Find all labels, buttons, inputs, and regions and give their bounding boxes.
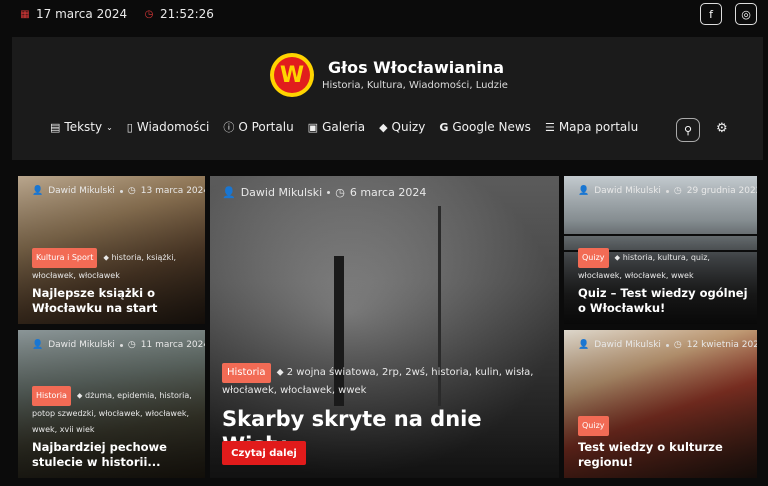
top-bar: ▦ 17 marca 2024 ◷ 21:52:26 f ◎	[0, 0, 768, 30]
category-badge[interactable]: Kultura i Sport	[32, 248, 98, 268]
image-icon: ▣	[307, 120, 319, 134]
category-badge[interactable]: Quizy	[578, 248, 609, 268]
post-tags: Historia ⬥ 2 wojna światowa, 2rp, 2wś, hi…	[222, 363, 542, 399]
post-author[interactable]: Dawid Mikulski	[594, 340, 661, 350]
post-tags: Quizy	[578, 416, 738, 436]
nav-label: Teksty	[64, 120, 103, 134]
logo-letter: W	[274, 57, 310, 93]
user-icon: 👤	[578, 340, 590, 350]
nav-label: Mapa portalu	[558, 120, 639, 134]
separator-dot	[665, 343, 669, 347]
separator-dot	[327, 191, 331, 194]
post-author[interactable]: Dawid Mikulski	[241, 186, 323, 199]
search-button[interactable]: ⚲	[676, 118, 700, 142]
graduation-cap-icon: ◆	[379, 120, 388, 134]
nav-label: Quizy	[391, 120, 426, 134]
clock-icon: ◷	[335, 186, 345, 199]
nav-item-teksty[interactable]: ▤ Teksty ⌄	[50, 119, 113, 135]
post-title[interactable]: Najlepsze książki o Włocławku na start	[32, 286, 182, 316]
separator-dot	[665, 189, 669, 193]
nav-item-wiadomosci[interactable]: ▯ Wiadomości	[127, 119, 210, 135]
site-logo[interactable]: W	[270, 53, 314, 97]
user-icon: 👤	[32, 340, 44, 350]
post-tags: Kultura i Sport ⬥ historia, książki, włoc…	[32, 248, 192, 284]
site-header: W Głos Włocławianina Historia, Kultura, …	[12, 37, 763, 160]
separator-dot	[119, 343, 123, 347]
main-nav: ▤ Teksty ⌄ ▯ Wiadomości ⓘ O Portalu ▣ Ga…	[50, 119, 652, 135]
nav-label: Google News	[452, 120, 531, 134]
category-badge[interactable]: Historia	[222, 363, 271, 383]
tag-icon: ⬥	[76, 391, 86, 400]
post-date: 13 marca 2024	[140, 186, 205, 196]
category-badge[interactable]: Historia	[32, 386, 71, 406]
post-card[interactable]: 👤 Dawid Mikulski ◷ 13 marca 2024 Kultura…	[18, 176, 205, 324]
nav-item-google-news[interactable]: G Google News	[439, 119, 531, 135]
time-text: 21:52:26	[160, 7, 214, 21]
post-card[interactable]: 👤 Dawid Mikulski ◷ 11 marca 2024 Histori…	[18, 330, 205, 478]
date-display: ▦ 17 marca 2024	[20, 7, 127, 21]
post-tags: Historia ⬥ dżuma, epidemia, historia, pot…	[32, 386, 192, 438]
post-meta: 👤 Dawid Mikulski ◷ 13 marca 2024	[32, 186, 205, 196]
clock-icon: ◷	[144, 8, 154, 20]
post-title[interactable]: Test wiedzy o kulturze regionu!	[578, 440, 728, 470]
read-more-button[interactable]: Czytaj dalej	[222, 441, 306, 465]
list-icon: ☰	[544, 120, 555, 134]
site-title[interactable]: Głos Włocławianina	[328, 58, 504, 77]
separator-dot	[119, 189, 123, 193]
post-tags: Quizy ⬥ historia, kultura, quiz, włocławe…	[578, 248, 738, 284]
featured-post-card[interactable]: 👤 Dawid Mikulski ◷ 6 marca 2024 Historia…	[210, 176, 559, 478]
post-meta: 👤 Dawid Mikulski ◷ 29 grudnia 2022	[578, 186, 757, 196]
date-text: 17 marca 2024	[36, 7, 128, 21]
post-date: 12 kwietnia 2023	[686, 340, 757, 350]
post-title[interactable]: Quiz – Test wiedzy ogólnej o Włocławku!	[578, 286, 748, 316]
clock-icon: ◷	[127, 340, 136, 350]
clock-icon: ◷	[127, 186, 136, 196]
nav-label: Wiadomości	[136, 120, 210, 134]
category-badge[interactable]: Quizy	[578, 416, 609, 436]
post-meta: 👤 Dawid Mikulski ◷ 11 marca 2024	[32, 340, 205, 350]
post-date: 6 marca 2024	[349, 186, 427, 199]
google-icon: G	[439, 120, 449, 134]
time-display: ◷ 21:52:26	[144, 7, 214, 21]
tag-icon: ⬥	[614, 253, 623, 262]
facebook-icon[interactable]: f	[700, 3, 722, 25]
nav-item-o-portalu[interactable]: ⓘ O Portalu	[223, 119, 293, 135]
post-meta: 👤 Dawid Mikulski ◷ 6 marca 2024	[222, 186, 426, 199]
clock-icon: ◷	[673, 186, 682, 196]
post-title[interactable]: Najbardziej pechowe stulecie w historii.…	[32, 440, 192, 470]
search-icon: ⚲	[683, 123, 693, 137]
nav-label: O Portalu	[238, 120, 294, 134]
post-date: 29 grudnia 2022	[686, 186, 757, 196]
site-description: Historia, Kultura, Wiadomości, Ludzie	[322, 80, 508, 91]
post-meta: 👤 Dawid Mikulski ◷ 12 kwietnia 2023	[578, 340, 757, 350]
user-icon: 👤	[222, 186, 236, 199]
document-icon: ▯	[126, 120, 133, 134]
nav-item-mapa-portalu[interactable]: ☰ Mapa portalu	[545, 119, 638, 135]
post-date: 11 marca 2024	[140, 340, 205, 350]
gear-icon[interactable]: ⚙	[716, 121, 728, 136]
post-card[interactable]: 👤 Dawid Mikulski ◷ 29 grudnia 2022 Quizy…	[564, 176, 757, 324]
chevron-down-icon: ⌄	[106, 122, 113, 132]
user-icon: 👤	[578, 186, 590, 196]
nav-label: Galeria	[322, 120, 366, 134]
user-icon: 👤	[32, 186, 44, 196]
calendar-icon: ▦	[20, 8, 30, 20]
nav-item-quizy[interactable]: ◆ Quizy	[379, 119, 425, 135]
info-icon: ⓘ	[223, 121, 235, 134]
post-author[interactable]: Dawid Mikulski	[48, 186, 115, 196]
book-icon: ▤	[50, 120, 61, 134]
clock-icon: ◷	[673, 340, 682, 350]
post-card[interactable]: 👤 Dawid Mikulski ◷ 12 kwietnia 2023 Quiz…	[564, 330, 757, 478]
nav-item-galeria[interactable]: ▣ Galeria	[308, 119, 365, 135]
tag-icon: ⬥	[276, 367, 287, 378]
post-author[interactable]: Dawid Mikulski	[48, 340, 115, 350]
post-author[interactable]: Dawid Mikulski	[594, 186, 661, 196]
instagram-icon[interactable]: ◎	[735, 3, 757, 25]
